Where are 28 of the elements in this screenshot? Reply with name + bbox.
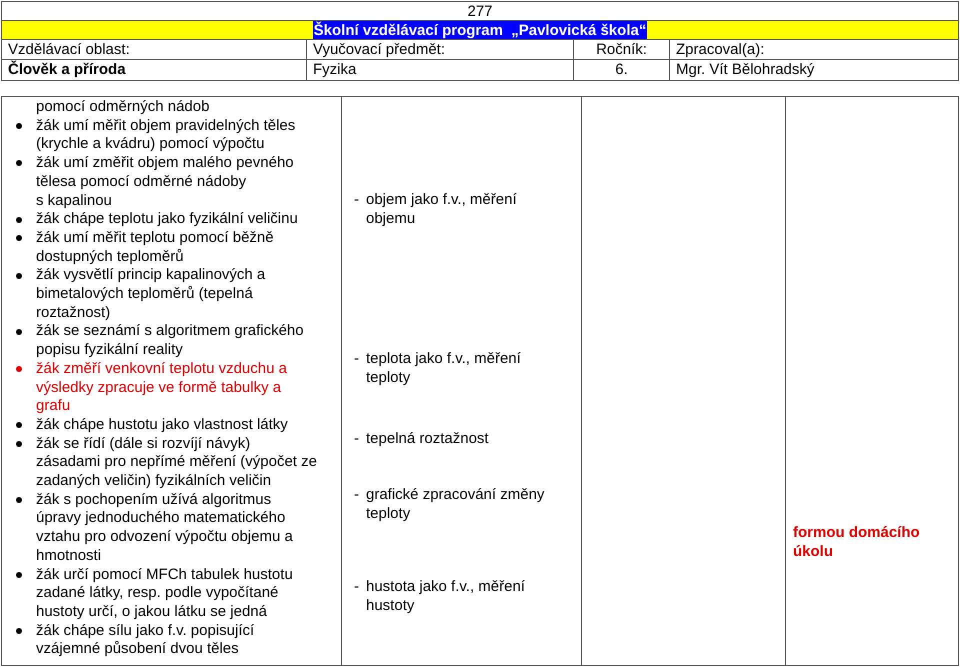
outcome-text: žák chápe teplotu jako fyzikální veličinu <box>36 210 298 229</box>
dash-mark: - <box>354 429 360 448</box>
dash-mark: - <box>354 190 360 210</box>
dash-mark: - <box>354 349 360 369</box>
field-value: Člověk a příroda <box>8 60 126 80</box>
program-title: Školní vzdělávací program „Pavlovická škola“ <box>312 21 648 39</box>
topic-text: tepelná roztažnost <box>366 429 489 448</box>
field-value: Mgr. Vít Bělohradský <box>676 60 814 80</box>
topic-text: grafické zpracování změny teploty <box>366 485 546 523</box>
outcome-text: žák změří venkovní teplotu vzduchu a výsledky zpracuje ve formě tabulky a grafu <box>36 360 288 416</box>
topic-text: objem jako f.v., měření objemu <box>366 190 518 228</box>
outcome-text: žák vysvětlí princip kapalinových a bimetalových teploměrů (tepelná roztažnost) <box>36 266 266 322</box>
topic-text: hustota jako f.v., měření hustoty <box>366 577 526 615</box>
field-label: Zpracoval(a): <box>676 40 764 59</box>
dash-mark: - <box>354 485 360 505</box>
field-label: Vyučovací předmět: <box>313 40 446 59</box>
outcome-text: žák chápe sílu jako f.v. popisující vzájemné působení dvou těles <box>36 622 256 660</box>
dash-mark: - <box>354 577 360 597</box>
field-value: Fyzika <box>313 60 356 80</box>
field-label: Ročník: <box>596 40 647 59</box>
note-text: formou domácího úkolu <box>793 523 921 561</box>
field-value: 6. <box>615 60 628 80</box>
outcome-text: pomocí odměrných nádob <box>36 98 210 117</box>
field-label: Vzdělávací oblast: <box>8 40 130 59</box>
outcome-text: žák se seznámí s algoritmem grafického popisu fyzikální reality <box>36 322 305 360</box>
topic-text: teplota jako f.v., měření teploty <box>366 349 522 387</box>
outcome-text: žák chápe hustotu jako vlastnost látky <box>36 416 288 435</box>
page-number: 277 <box>467 2 493 20</box>
